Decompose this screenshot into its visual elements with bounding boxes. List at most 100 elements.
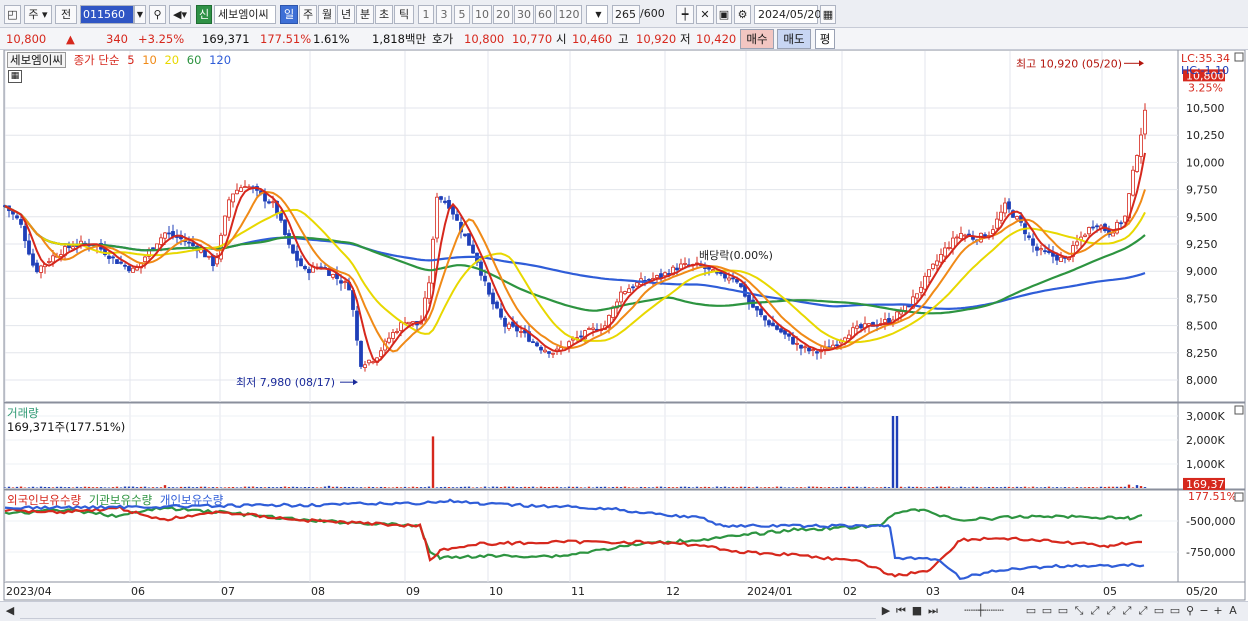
volume-bar (331, 486, 335, 488)
layout-icon[interactable]: ▭ (1024, 604, 1038, 619)
interval-5-button[interactable]: 5 (454, 5, 470, 24)
zoom-search-icon[interactable]: ⚲ (1184, 604, 1196, 619)
volume-bar (547, 487, 551, 488)
eval-button[interactable]: 평 (815, 29, 835, 49)
interval-20-button[interactable]: 20 (493, 5, 513, 24)
x-tick-label: 09 (406, 585, 420, 598)
period-week-button[interactable]: 주 (299, 5, 317, 24)
interval-60-button[interactable]: 60 (535, 5, 555, 24)
volume-bar (55, 486, 59, 488)
volume-bar (463, 486, 467, 488)
period-type-select[interactable]: 주 ▾ (24, 5, 52, 24)
save-icon[interactable]: ▣ (716, 5, 732, 24)
volume-bar (155, 487, 159, 488)
volume-bar (1055, 487, 1059, 488)
chevron-down-icon[interactable]: ▼ (134, 5, 146, 24)
period-day-button[interactable]: 일 (280, 5, 298, 24)
stock-chart[interactable]: 2023/04 06 07 08 09 10 11 12 2024/01 02 03 04 05 05/2… (0, 50, 1248, 601)
period-minute-button[interactable]: 분 (356, 5, 374, 24)
trend2-icon[interactable]: ⤢ (1104, 604, 1118, 619)
stock-code-input[interactable]: 011560 (80, 5, 134, 24)
copy-icon[interactable]: ▭ (1152, 604, 1166, 619)
volume-bar (507, 486, 511, 488)
candle-body (535, 342, 539, 347)
x-axis-frame (3, 581, 1246, 601)
panel-close-icon (1234, 52, 1244, 62)
zoom-in-icon[interactable]: + (1212, 604, 1224, 619)
speaker-icon[interactable]: ◀▾ (169, 5, 191, 24)
candle-body (635, 282, 639, 287)
volume-bar (687, 486, 691, 488)
candle-body (51, 255, 55, 263)
volume-bar (1075, 487, 1079, 488)
x-tick-label: 2024/01 (747, 585, 793, 598)
horizontal-scrollbar[interactable] (20, 604, 876, 619)
zoom-out-icon[interactable]: − (1198, 604, 1210, 619)
candle-body (795, 342, 799, 345)
zoom-slider[interactable]: ┄┄┼┄┄┄ (948, 604, 1020, 619)
gear-icon[interactable]: ⚙ (734, 5, 751, 24)
candle-body (903, 304, 907, 311)
candle-body (287, 233, 291, 245)
copy2-icon[interactable]: ▭ (1168, 604, 1182, 619)
volume-bar (963, 487, 967, 488)
volume-bar (167, 487, 171, 488)
volume-bar (339, 487, 343, 488)
fast-forward-icon[interactable]: ⏭ (926, 604, 940, 619)
count-input[interactable]: 265 (612, 5, 640, 24)
buy-button[interactable]: 매수 (740, 29, 774, 49)
candle-body (439, 196, 443, 200)
volume-bar (311, 487, 315, 488)
candle-body (399, 322, 403, 331)
interval-1-button[interactable]: 1 (418, 5, 434, 24)
candle-body (491, 292, 495, 305)
layout2-icon[interactable]: ▭ (1040, 604, 1054, 619)
volume-bar (907, 486, 911, 488)
layout3-icon[interactable]: ▭ (1056, 604, 1070, 619)
period-second-button[interactable]: 초 (375, 5, 393, 24)
x-tick-label: 06 (131, 585, 145, 598)
period-month-button[interactable]: 월 (318, 5, 336, 24)
candle-body (835, 344, 839, 347)
interval-3-button[interactable]: 3 (436, 5, 452, 24)
panel-close-icon (1234, 492, 1244, 502)
volume-bar (983, 487, 987, 488)
volume-bar (851, 486, 855, 488)
sell-button[interactable]: 매도 (777, 29, 811, 49)
stop-icon[interactable]: ■ (910, 604, 924, 619)
period-tick-button[interactable]: 틱 (394, 5, 414, 24)
search-icon[interactable]: ⚲ (149, 5, 166, 24)
trend4-icon[interactable]: ⤢ (1136, 604, 1150, 619)
volume-bar (591, 487, 595, 488)
volume-bar (119, 487, 123, 488)
volume-bar (555, 486, 559, 488)
period-year-button[interactable]: 년 (337, 5, 355, 24)
interval-120-button[interactable]: 120 (556, 5, 582, 24)
calculator-icon[interactable]: ▦ (8, 70, 22, 83)
volume-bar (131, 486, 135, 488)
window-icon[interactable]: ◰ (4, 5, 21, 24)
date-input[interactable]: 2024/05/20 (754, 5, 821, 24)
candle-body (807, 347, 811, 352)
calendar-icon[interactable]: ▦ (820, 5, 836, 24)
trend3-icon[interactable]: ⤢ (1120, 604, 1134, 619)
text-size-icon[interactable]: A (1226, 604, 1240, 619)
candle-body (343, 281, 347, 284)
candle-body (799, 344, 803, 349)
drawing-icon[interactable]: ⤡ (1072, 604, 1086, 619)
legend-individual: 개인보유수량 (159, 493, 224, 507)
trend-icon[interactable]: ⤢ (1088, 604, 1102, 619)
rewind-icon[interactable]: ⏮ (894, 604, 908, 619)
interval-30-button[interactable]: 30 (514, 5, 534, 24)
interval-10-button[interactable]: 10 (472, 5, 492, 24)
candle-body (143, 256, 147, 262)
legend-ma20: 20 (164, 53, 180, 67)
candle-type-icon[interactable]: ┿ (676, 5, 694, 24)
candle-body (495, 301, 499, 309)
prev-button[interactable]: 전 (55, 5, 77, 24)
interval-dropdown[interactable]: ▼ (586, 5, 608, 24)
scroll-left-icon[interactable]: ◀ (4, 604, 16, 619)
play-icon[interactable]: ▶ (880, 604, 892, 619)
cross-icon[interactable]: ✕ (696, 5, 714, 24)
candle-body (1027, 235, 1031, 238)
